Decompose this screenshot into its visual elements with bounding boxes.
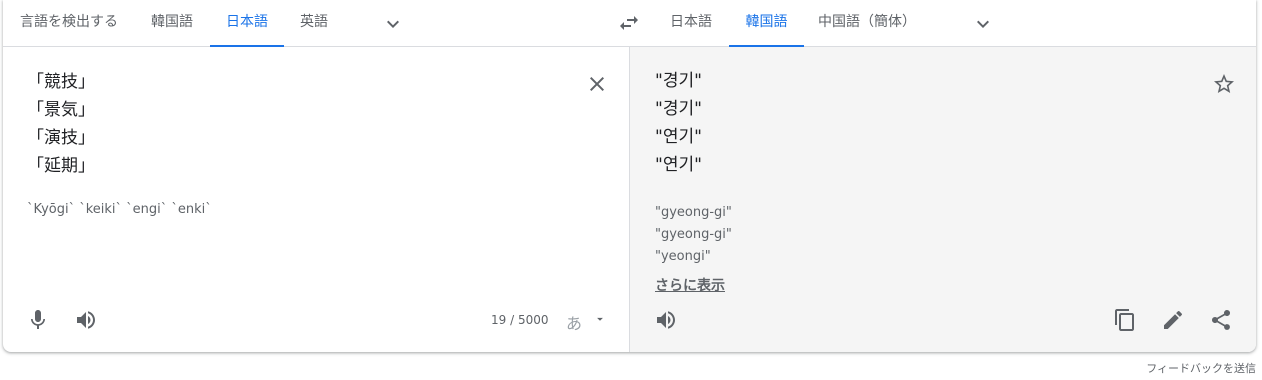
source-speaker-icon[interactable]: [74, 308, 98, 332]
source-line: 「景気」: [27, 100, 95, 120]
input-tools-button[interactable]: あ: [566, 310, 582, 334]
clear-text-close-icon[interactable]: [585, 72, 609, 96]
tab-target-japanese[interactable]: 日本語: [663, 0, 719, 47]
translation-line: "경기": [655, 99, 702, 119]
translation-line: "연기": [655, 155, 702, 175]
translation-output-pane: "경기" "경기" "연기" "연기" "gyeong-gi" "gyeong-…: [629, 47, 1256, 352]
swap-languages-icon[interactable]: [617, 11, 641, 35]
translation-line: "경기": [655, 71, 702, 91]
character-counter: 19 / 5000: [491, 313, 549, 327]
edit-pencil-icon[interactable]: [1161, 308, 1185, 332]
source-romanization: `Kyōgi` `keiki` `engi` `enki`: [27, 202, 212, 217]
tab-target-korean[interactable]: 韓国語: [729, 0, 804, 47]
copy-icon[interactable]: [1113, 308, 1137, 332]
target-speaker-icon[interactable]: [654, 308, 678, 332]
source-line: 「延期」: [27, 156, 95, 176]
tab-target-chinese-simplified[interactable]: 中国語（簡体）: [814, 0, 920, 47]
tab-source-english[interactable]: 英語: [292, 0, 336, 47]
source-line: 「競技」: [27, 72, 95, 92]
romanization-line: "gyeong-gi": [655, 205, 732, 220]
tab-source-korean[interactable]: 韓国語: [144, 0, 200, 47]
share-icon[interactable]: [1209, 308, 1233, 332]
show-more-link[interactable]: さらに表示: [655, 275, 725, 295]
romanization-line: "yeongi": [655, 249, 711, 264]
source-line: 「演技」: [27, 128, 95, 148]
translation-line: "연기": [655, 127, 702, 147]
tab-source-japanese[interactable]: 日本語: [210, 0, 284, 47]
ime-label: あ: [566, 314, 583, 333]
tab-source-detect-language[interactable]: 言語を検出する: [19, 0, 119, 47]
mic-icon[interactable]: [26, 308, 50, 332]
input-tools-caret-down-icon[interactable]: [593, 312, 607, 326]
translator-card: 言語を検出する 韓国語 日本語 英語 日本語 韓国語 中国語（簡体） 「競技」 …: [3, 0, 1256, 352]
source-text-input[interactable]: 「競技」 「景気」 「演技」 「延期」: [27, 68, 95, 180]
romanization-line: "gyeong-gi": [655, 227, 732, 242]
save-star-icon[interactable]: [1212, 72, 1236, 96]
source-language-dropdown-icon[interactable]: [381, 12, 405, 36]
translation-romanization: "gyeong-gi" "gyeong-gi" "yeongi": [655, 202, 732, 268]
send-feedback-link[interactable]: フィードバックを送信: [1146, 360, 1256, 376]
language-tab-bar: 言語を検出する 韓国語 日本語 英語 日本語 韓国語 中国語（簡体）: [3, 0, 1256, 47]
target-language-dropdown-icon[interactable]: [971, 12, 995, 36]
translation-text: "경기" "경기" "연기" "연기": [655, 67, 702, 179]
